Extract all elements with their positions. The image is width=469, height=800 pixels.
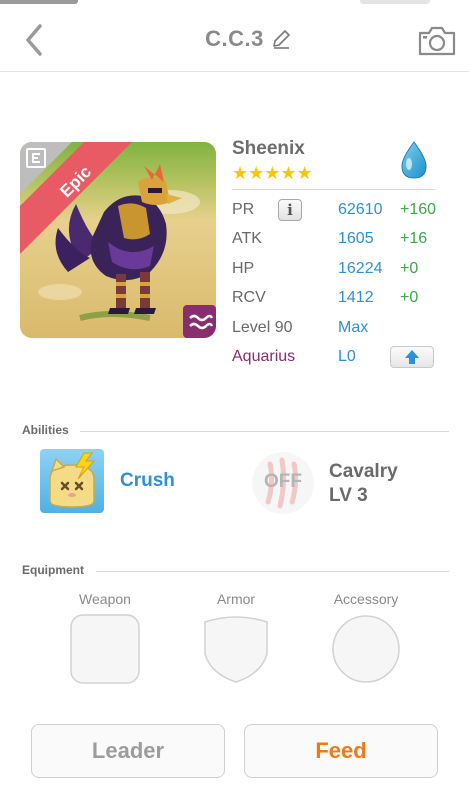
stat-row-hp: HP 16224 +0 xyxy=(232,258,452,282)
skill-name[interactable]: Cavalry LV 3 xyxy=(329,460,398,508)
skill-name-line1: Cavalry xyxy=(329,461,398,482)
zodiac-row: Aquarius L0 xyxy=(232,346,452,370)
stat-label: PR xyxy=(232,201,255,218)
stat-label: HP xyxy=(232,260,255,277)
skill-status: OFF xyxy=(264,471,302,492)
accessory-slot[interactable] xyxy=(331,614,401,684)
weapon-label: Weapon xyxy=(79,591,131,607)
stat-row-pr: PR i 62610 +160 xyxy=(232,199,452,223)
stat-bonus: +0 xyxy=(400,289,419,306)
equipment-title: Equipment xyxy=(22,563,84,577)
info-divider xyxy=(232,189,435,190)
zodiac-value: L0 xyxy=(338,348,356,365)
zodiac-label: Aquarius xyxy=(232,348,296,365)
water-drop-icon xyxy=(401,141,427,179)
level-row: Level 90 Max xyxy=(232,317,452,341)
status-bar-left xyxy=(0,0,78,4)
stat-bonus: +0 xyxy=(400,260,419,277)
stat-label: ATK xyxy=(232,230,262,247)
stat-label: RCV xyxy=(232,289,266,306)
info-button[interactable]: i xyxy=(278,199,302,221)
stat-bonus: +160 xyxy=(400,201,437,218)
leader-button[interactable]: Leader xyxy=(31,724,225,778)
camera-icon[interactable] xyxy=(417,24,457,58)
stat-value: 16224 xyxy=(338,260,383,277)
abilities-divider xyxy=(80,431,449,432)
armor-label: Armor xyxy=(216,591,256,607)
monster-name: Sheenix xyxy=(232,138,305,159)
weapon-slot[interactable] xyxy=(70,614,140,684)
stat-bonus: +16 xyxy=(400,230,428,247)
header: C.C.3 xyxy=(0,6,469,72)
upgrade-button[interactable] xyxy=(390,346,434,368)
star-rating: ★★★★★ xyxy=(232,163,313,183)
stat-row-atk: ATK 1605 +16 xyxy=(232,228,452,252)
feed-button[interactable]: Feed xyxy=(244,724,438,778)
monster-portrait[interactable]: Epic xyxy=(20,142,216,338)
pencil-icon[interactable] xyxy=(270,28,292,50)
title-wrap: C.C.3 xyxy=(0,26,469,52)
armor-slot[interactable] xyxy=(201,614,271,684)
level-label: Level 90 xyxy=(232,319,293,336)
ability-name[interactable]: Crush xyxy=(120,470,175,492)
accessory-label: Accessory xyxy=(333,591,399,607)
skill-name-line2: LV 3 xyxy=(329,485,368,506)
e-letter-icon xyxy=(26,148,46,168)
stat-value: 1605 xyxy=(338,230,374,247)
stat-value: 1412 xyxy=(338,289,374,306)
stat-value: 62610 xyxy=(338,201,383,218)
page-title: C.C.3 xyxy=(205,26,264,51)
level-value: Max xyxy=(338,319,369,336)
crush-cat-icon[interactable] xyxy=(40,449,104,513)
status-bar-right xyxy=(360,0,430,4)
abilities-title: Abilities xyxy=(22,423,69,437)
equipment-divider xyxy=(96,571,449,572)
stat-row-rcv: RCV 1412 +0 xyxy=(232,287,452,311)
arrow-up-icon xyxy=(405,350,419,364)
